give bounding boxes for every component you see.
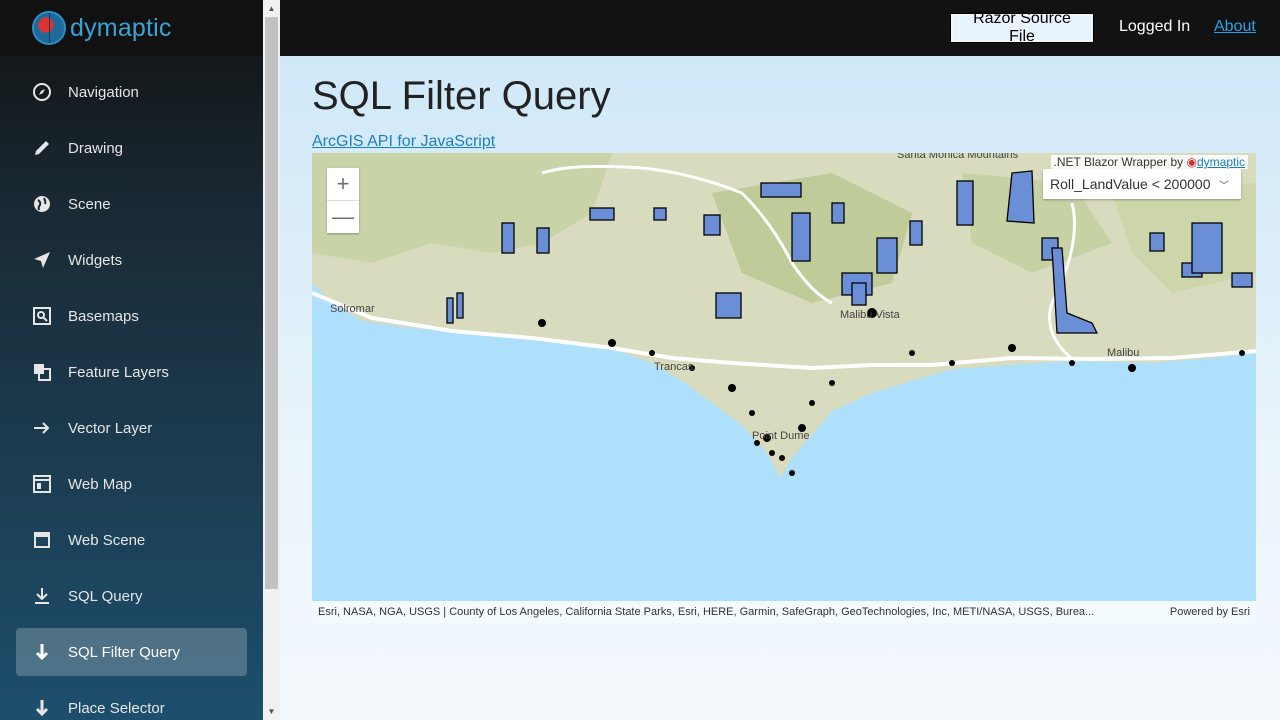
map-frame-icon (32, 306, 52, 326)
sidebar-item-sql-query[interactable]: SQL Query (16, 572, 247, 620)
download-icon (32, 586, 52, 606)
sidebar-item-label: Feature Layers (68, 363, 169, 381)
arrow-down-icon (32, 642, 52, 662)
sidebar-nav: Navigation Drawing Scene Widgets Basemap… (0, 56, 263, 720)
filter-value: Roll_LandValue < 200000 (1050, 176, 1211, 192)
dymaptic-link[interactable]: dymaptic (1197, 155, 1245, 169)
sidebar-item-label: Scene (68, 195, 111, 213)
sidebar-item-label: SQL Filter Query (68, 643, 180, 661)
sidebar-item-drawing[interactable]: Drawing (16, 124, 247, 172)
place-label: Santa Monica Mountains (897, 153, 1019, 161)
sidebar-scrollbar[interactable]: ▲ ▼ (263, 0, 280, 720)
sidebar-item-label: Vector Layer (68, 419, 153, 437)
sidebar-item-sql-filter-query[interactable]: SQL Filter Query (16, 628, 247, 676)
sidebar-item-label: Widgets (68, 251, 123, 269)
powered-by-esri[interactable]: Powered by Esri (1170, 606, 1250, 618)
sidebar-item-label: Basemaps (68, 307, 139, 325)
place-label: Point Dume (752, 430, 810, 442)
scroll-up-icon[interactable]: ▲ (263, 0, 280, 17)
window-icon (32, 474, 52, 494)
sidebar-item-widgets[interactable]: Widgets (16, 236, 247, 284)
sidebar-item-label: Web Scene (68, 531, 146, 549)
sidebar-item-web-map[interactable]: Web Map (16, 460, 247, 508)
location-arrow-icon (32, 250, 52, 270)
brand-name: dymaptic (70, 13, 172, 42)
zoom-in-button[interactable]: + (327, 168, 359, 200)
place-label: Malibu Vista (840, 309, 900, 321)
place-label: Malibu (1107, 347, 1140, 359)
about-link[interactable]: About (1214, 18, 1256, 36)
place-label: Solromar (330, 303, 375, 315)
sidebar-item-navigation[interactable]: Navigation (16, 68, 247, 116)
attribution-text[interactable]: Esri, NASA, NGA, USGS | County of Los An… (318, 606, 1094, 618)
page-title: SQL Filter Query (312, 74, 611, 118)
scroll-down-icon[interactable]: ▼ (263, 703, 280, 720)
sidebar-item-basemaps[interactable]: Basemaps (16, 292, 247, 340)
sidebar-item-label: Navigation (68, 83, 139, 101)
arrow-down-icon (32, 698, 52, 718)
basemap (312, 153, 1256, 478)
brand-logo[interactable]: dymaptic (0, 0, 263, 56)
zoom-out-button[interactable]: — (327, 200, 359, 233)
sidebar-item-feature-layers[interactable]: Feature Layers (16, 348, 247, 396)
logged-in-status: Logged In (1119, 18, 1191, 35)
sidebar-item-label: Place Selector (68, 699, 165, 717)
sidebar-item-web-scene[interactable]: Web Scene (16, 516, 247, 564)
map-attribution: Esri, NASA, NGA, USGS | County of Los An… (312, 601, 1256, 623)
sidebar: dymaptic Navigation Drawing Scene Widget… (0, 0, 263, 720)
razor-source-file-button[interactable]: Razor Source File (950, 10, 1094, 45)
layers-icon (32, 362, 52, 382)
map-view[interactable]: Solromar Malibu Vista Malibu Trancas Poi… (312, 153, 1256, 623)
top-bar: Razor Source File Logged In About (280, 0, 1280, 56)
sidebar-item-label: SQL Query (68, 587, 143, 605)
pencil-icon (32, 138, 52, 158)
sidebar-item-label: Drawing (68, 139, 124, 157)
dymaptic-small-icon: ◉ (1186, 155, 1197, 169)
compass-icon (32, 82, 52, 102)
sidebar-item-vector-layer[interactable]: Vector Layer (16, 404, 247, 452)
globe-icon (32, 194, 52, 214)
zoom-control: + — (327, 168, 359, 233)
wrapper-credit: .NET Blazor Wrapper by ◉dymaptic (1050, 155, 1248, 169)
sql-filter-select[interactable]: Roll_LandValue < 200000 ﹀ (1043, 169, 1241, 199)
wrapper-credit-text: .NET Blazor Wrapper by (1053, 155, 1184, 169)
browser-window-icon (32, 530, 52, 550)
sidebar-item-scene[interactable]: Scene (16, 180, 247, 228)
place-label: Trancas (654, 361, 694, 373)
chevron-down-icon: ﹀ (1219, 181, 1229, 192)
sidebar-item-place-selector[interactable]: Place Selector (16, 684, 247, 720)
scroll-thumb[interactable] (265, 17, 278, 589)
sidebar-item-label: Web Map (68, 475, 132, 493)
arrow-right-icon (32, 418, 52, 438)
dymaptic-globe-icon (32, 11, 66, 45)
arcgis-api-link[interactable]: ArcGIS API for JavaScript (312, 133, 495, 151)
main-content: SQL Filter Query ArcGIS API for JavaScri… (280, 56, 1280, 720)
